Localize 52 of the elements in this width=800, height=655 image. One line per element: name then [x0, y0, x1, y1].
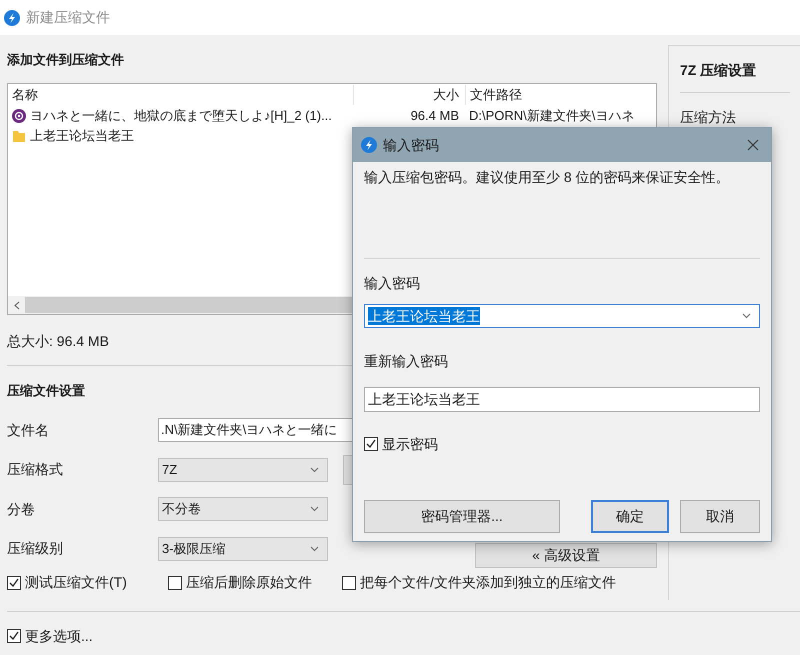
- disc-icon: [12, 109, 26, 123]
- checkbox[interactable]: [342, 576, 356, 590]
- file-name[interactable]: ヨハネと一緒に、地獄の底まで堕天しよ♪[H]_2 (1)...: [30, 106, 332, 126]
- file-path: D:\PORN\新建文件夹\ヨハネ: [469, 108, 634, 124]
- confirm-password-field[interactable]: 上老王论坛当老王: [364, 387, 760, 412]
- column-header[interactable]: 文件路径: [465, 85, 656, 105]
- caret-icon: [310, 466, 319, 472]
- dropdown[interactable]: 不分卷: [158, 497, 328, 521]
- dialog-button[interactable]: 确定: [591, 500, 669, 533]
- check-icon: [9, 631, 19, 641]
- section-heading: 压缩文件设置: [7, 382, 85, 400]
- lightning-icon: [361, 137, 377, 153]
- checkbox-label[interactable]: 显示密码: [382, 434, 438, 454]
- caret-icon: [310, 506, 319, 512]
- dialog-button[interactable]: 密码管理器...: [364, 500, 560, 533]
- checkbox[interactable]: [364, 437, 378, 451]
- dialog-title: 输入密码: [383, 136, 440, 154]
- field-label: 文件名: [7, 420, 50, 440]
- dropdown[interactable]: 7Z: [158, 458, 328, 482]
- checkbox[interactable]: [7, 576, 21, 590]
- section-heading: 添加文件到压缩文件: [7, 51, 124, 69]
- total-size: 总大小: 96.4 MB: [7, 332, 109, 351]
- field-label: 压缩格式: [7, 460, 64, 479]
- checkbox-label[interactable]: 压缩后删除原始文件: [186, 572, 312, 593]
- caret-icon: [742, 313, 751, 319]
- panel-item: 压缩方法: [680, 108, 737, 127]
- panel-heading: 7Z 压缩设置: [680, 61, 758, 80]
- column-header[interactable]: 名称: [8, 85, 353, 105]
- column-header[interactable]: 大小: [353, 85, 465, 105]
- dropdown[interactable]: 3-极限压缩: [158, 536, 328, 560]
- check-icon: [366, 439, 376, 449]
- field-label: 分卷: [7, 500, 36, 518]
- field-label: 输入密码: [364, 274, 421, 293]
- close-icon: [747, 139, 759, 151]
- checkbox[interactable]: [7, 629, 21, 643]
- file-name[interactable]: 上老王论坛当老王: [30, 126, 134, 146]
- password-field[interactable]: 上老王论坛当老王: [364, 304, 760, 328]
- checkbox-label[interactable]: 更多选项...: [25, 626, 93, 646]
- dialog-description: 输入压缩包密码。建议使用至少 8 位的密码来保证安全性。: [364, 168, 731, 187]
- advanced-settings-button[interactable]: « 高级设置: [475, 542, 657, 568]
- checkbox-label[interactable]: 把每个文件/文件夹添加到独立的压缩文件: [360, 572, 616, 593]
- file-size: 96.4 MB: [410, 108, 459, 124]
- field-label: 压缩级别: [7, 539, 64, 558]
- folder-icon: [12, 129, 26, 143]
- check-icon: [9, 578, 19, 588]
- caret-icon: [310, 546, 319, 552]
- checkbox-label[interactable]: 测试压缩文件(T): [25, 572, 127, 593]
- lightning-icon: [4, 10, 20, 26]
- field-label: 重新输入密码: [364, 352, 449, 371]
- window-title: 新建压缩文件: [26, 8, 110, 27]
- checkbox[interactable]: [168, 576, 182, 590]
- dialog-button[interactable]: 取消: [680, 500, 760, 533]
